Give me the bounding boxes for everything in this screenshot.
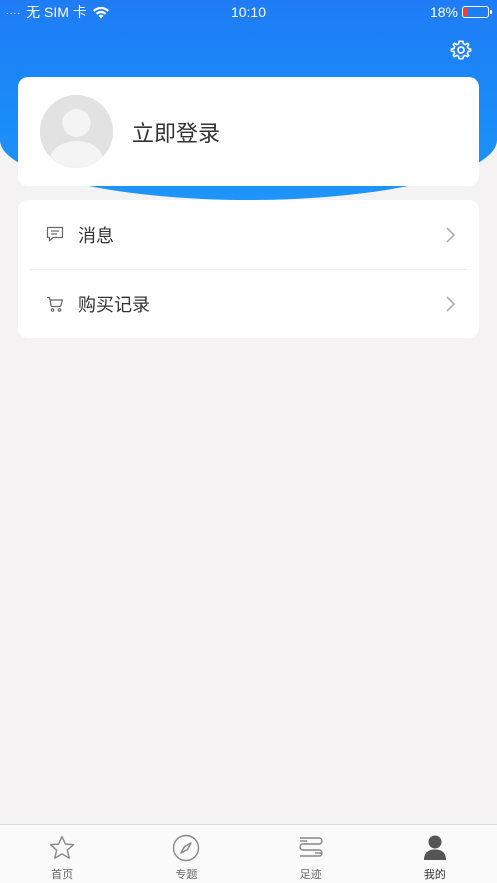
status-bar: .... 无 SIM 卡 10:10 18% (0, 0, 497, 24)
tab-label: 专题 (175, 868, 198, 881)
star-icon (47, 833, 77, 863)
tab-footprints[interactable]: 足迹 (249, 825, 373, 883)
tab-label: 首页 (51, 868, 74, 881)
battery-level (464, 8, 469, 16)
footprint-icon (296, 833, 326, 863)
signal-indicator: .... (6, 6, 22, 17)
battery-icon (462, 6, 492, 18)
menu-item-label: 消息 (78, 225, 114, 247)
chevron-right-icon (446, 226, 456, 243)
default-avatar-icon (40, 95, 113, 168)
gear-icon (450, 40, 472, 60)
tab-home[interactable]: 首页 (0, 825, 124, 883)
tab-label: 足迹 (299, 868, 322, 881)
carrier-label: 无 SIM 卡 (26, 4, 87, 20)
status-right: 18% (429, 4, 492, 20)
user-icon (420, 833, 450, 863)
tab-label: 我的 (423, 868, 446, 881)
login-card[interactable]: 立即登录 (18, 77, 479, 186)
cart-icon (46, 295, 64, 313)
menu-item-purchase-history[interactable]: 购买记录 (30, 269, 467, 338)
menu-item-label: 购买记录 (78, 295, 150, 316)
menu-card: 消息 购买记录 (18, 200, 479, 338)
message-icon (46, 226, 64, 244)
avatar (40, 95, 113, 168)
compass-icon (171, 833, 201, 863)
wifi-icon (92, 6, 109, 18)
battery-percent: 18% (429, 4, 458, 20)
menu-item-messages[interactable]: 消息 (30, 200, 467, 269)
login-label: 立即登录 (132, 121, 221, 147)
tab-bar: 首页 专题 足迹 我的 (0, 824, 497, 883)
settings-button[interactable] (449, 38, 473, 62)
chevron-right-icon (446, 296, 456, 312)
tab-topics[interactable]: 专题 (124, 825, 248, 883)
tab-mine[interactable]: 我的 (373, 825, 497, 883)
status-left: .... 无 SIM 卡 (6, 2, 110, 22)
